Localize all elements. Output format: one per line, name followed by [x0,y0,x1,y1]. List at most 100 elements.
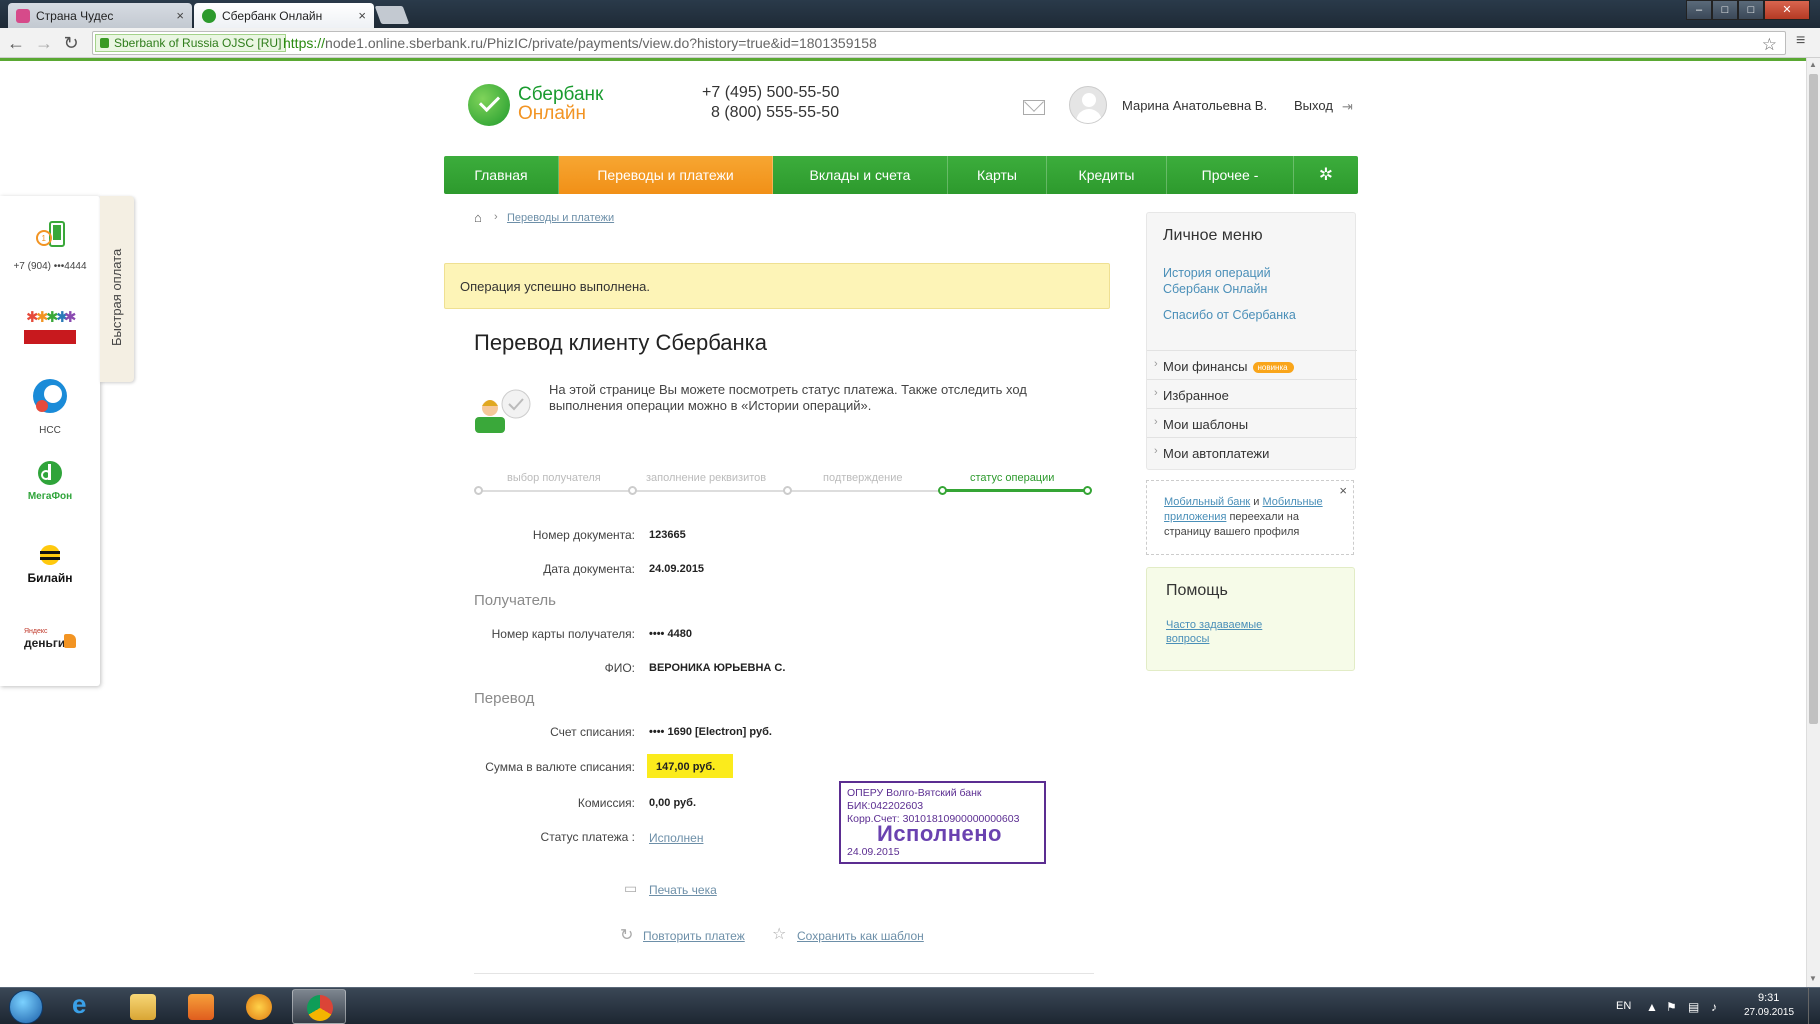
mobile-bank-link[interactable]: Мобильный банк [1164,496,1250,508]
info-text: На этой странице Вы можете посмотреть ст… [549,382,1027,413]
quick-pay-megafon-label: МегаФон [27,491,73,502]
bank-stamp: ОПЕРУ Волго-Вятский банк БИК:042202603 К… [839,781,1046,864]
url-input[interactable]: Sberbank of Russia OJSC [RU] https://nod… [92,31,1786,55]
taskbar-ie[interactable]: e [58,989,112,1024]
taskbar-media-player[interactable] [174,989,228,1024]
logout-icon[interactable]: ⇥ [1342,99,1353,115]
menu-my-finances[interactable]: Мои финансы новинка [1147,350,1357,379]
operation-history-link[interactable]: История операций Сбербанк Онлайн [1163,265,1271,297]
chrome-icon [307,995,333,1021]
nav-other[interactable]: Прочее - [1167,156,1294,194]
quick-pay-tab[interactable]: Быстрая оплата [100,196,134,382]
taskbar-chrome[interactable] [292,989,346,1024]
nav-transfers-payments[interactable]: Переводы и платежи [559,156,773,194]
browser-menu-icon[interactable]: ≡ [1796,32,1805,50]
user-name-link[interactable]: Марина Анатольевна В. [1122,98,1267,113]
volume-icon[interactable]: ♪ [1711,1000,1717,1014]
bookmark-star-icon[interactable]: ☆ [1762,34,1777,56]
doc-date-label: Дата документа: [543,562,635,576]
user-avatar[interactable] [1069,86,1107,124]
page-scrollbar[interactable]: ▲ ▼ [1806,58,1820,987]
url-host: node1.online.sberbank.ru [325,35,484,51]
breadcrumb-transfers-link[interactable]: Переводы и платежи [507,212,614,224]
help-box: Помощь Часто задаваемые вопросы [1146,567,1355,671]
status-value-link[interactable]: Исполнен [649,831,703,845]
reload-button[interactable]: ↻ [60,33,82,53]
save-template-link[interactable]: Сохранить как шаблон [797,929,924,943]
network-icon[interactable]: ▤ [1688,1000,1699,1014]
close-icon[interactable]: × [1339,483,1347,498]
my-finances-label: Мои финансы [1163,359,1248,374]
printer-icon[interactable]: ▭ [624,880,637,897]
nav-credits[interactable]: Кредиты [1047,156,1167,194]
tray-expand-icon[interactable]: ▲ [1646,1000,1658,1014]
new-tab-button[interactable] [374,6,410,24]
repeat-payment-link[interactable]: Повторить платеж [643,929,745,943]
maximize-button[interactable]: □ [1738,0,1764,20]
url-path: /PhizIC/private/payments/view.do?history… [483,35,877,51]
browser-tabbar: Страна Чудес × Сбербанк Онлайн × – □ □ ✕ [0,0,1820,28]
star-icon[interactable]: ☆ [772,924,786,944]
action-center-flag-icon[interactable]: ⚑ [1666,1000,1677,1014]
url-scheme: https:// [283,35,326,51]
stamp-executed: Исполнено [877,821,1002,846]
history-line2: Сбербанк Онлайн [1163,282,1268,296]
quick-pay-yandex-money[interactable]: Яндекс деньги [0,628,100,656]
quick-pay-ncc-label: НСС [39,425,61,436]
tab-close-icon[interactable]: × [358,8,366,23]
forward-button[interactable]: → [33,33,55,53]
minimize-button[interactable]: – [1686,0,1712,20]
logout-link[interactable]: Выход [1294,98,1333,113]
step-label: подтверждение [823,472,903,484]
quick-pay-megafon[interactable]: МегаФон [0,460,100,502]
yandex-money-logo: Яндекс деньги [20,628,80,656]
tab-close-icon[interactable]: × [176,8,184,23]
scroll-up-icon[interactable]: ▲ [1809,60,1817,69]
settings-gear-icon[interactable]: ✲ [1294,156,1358,194]
scroll-down-icon[interactable]: ▼ [1809,974,1817,983]
quick-pay-charity[interactable]: ✱ ✱ ✱ ✱ ✱ [0,306,100,357]
taskbar-explorer[interactable] [116,989,170,1024]
print-receipt-link[interactable]: Печать чека [649,883,717,897]
quick-pay-phone-label: +7 (904) •••4444 [13,261,87,272]
wallet-icon [64,634,76,648]
language-indicator[interactable]: EN [1616,1000,1631,1012]
step-dot-done [938,486,947,495]
mail-icon[interactable] [1023,100,1045,115]
account-label: Счет списания: [550,725,635,739]
nav-cards[interactable]: Карты [948,156,1047,194]
back-button[interactable]: ← [5,33,27,53]
logo-text-online[interactable]: Онлайн [518,103,586,125]
status-label: Статус платежа : [540,830,635,844]
taskbar-app[interactable] [232,989,286,1024]
megafon-logo-icon [38,461,62,485]
scrollbar-thumb[interactable] [1809,74,1818,724]
repeat-icon[interactable]: ↻ [620,925,633,945]
tab-strana-chudes[interactable]: Страна Чудес × [8,3,192,28]
url-text: https://node1.online.sberbank.ru/PhizIC/… [283,32,877,54]
svg-text:1: 1 [42,234,47,243]
start-button[interactable] [9,990,43,1024]
menu-templates[interactable]: Мои шаблоны [1147,408,1357,437]
recipient-section-title: Получатель [474,592,556,609]
menu-favorites[interactable]: Избранное [1147,379,1357,408]
new-badge: новинка [1253,362,1294,374]
breadcrumb-home-icon[interactable]: ⌂ [474,210,482,225]
thanks-link[interactable]: Спасибо от Сбербанка [1163,307,1296,323]
show-desktop-button[interactable] [1808,988,1820,1024]
quick-pay-beeline[interactable]: Билайн [0,544,100,585]
tab-sberbank-online[interactable]: Сбербанк Онлайн × [194,3,374,28]
sberbank-logo-icon[interactable] [468,84,510,126]
quick-pay-ncc[interactable]: НСС [0,376,100,436]
nav-deposits-accounts[interactable]: Вклады и счета [773,156,948,194]
faq-link[interactable]: Часто задаваемые вопросы [1166,618,1262,646]
close-window-button[interactable]: ✕ [1764,0,1810,20]
restore-button[interactable]: □ [1712,0,1738,20]
quick-pay-phone[interactable]: 1 +7 (904) •••4444 [0,220,100,272]
clock-date[interactable]: 27.09.2015 [1744,1007,1794,1018]
menu-autopayments[interactable]: Мои автоплатежи [1147,437,1357,466]
nav-home[interactable]: Главная [444,156,559,194]
page-favicon-icon [16,9,30,23]
ev-certificate-badge[interactable]: Sberbank of Russia OJSC [RU] [95,34,287,52]
clock-time[interactable]: 9:31 [1758,992,1779,1004]
